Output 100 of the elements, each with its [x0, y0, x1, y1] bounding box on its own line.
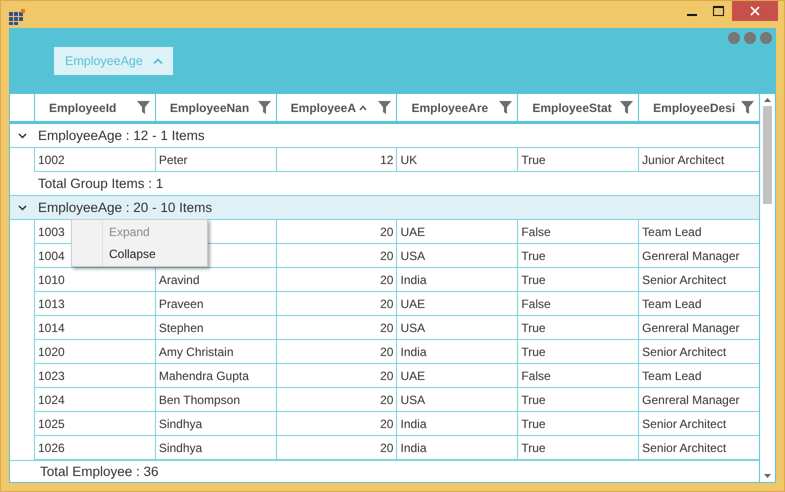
table-cell-text: False [521, 296, 551, 310]
dot-icon[interactable] [728, 32, 740, 44]
table-cell-text: 20 [380, 224, 394, 238]
table-cell-text: True [521, 440, 546, 454]
table-cell-text: Mahendra Gupta [158, 368, 249, 382]
table-cell-text: 20 [380, 344, 394, 358]
table-cell-text: USA [400, 248, 426, 262]
dot-icon[interactable] [760, 32, 772, 44]
table-cell-text: True [521, 152, 546, 166]
table-cell-text: 1002 [38, 152, 65, 166]
group-header-text: EmployeeAge : 12 - 1 Items [37, 128, 205, 143]
column-header[interactable]: EmployeeId [34, 94, 155, 121]
table-cell-text: 1026 [38, 440, 65, 454]
table-cell-text: UK [400, 152, 418, 166]
table-cell-text: Team Lead [642, 296, 702, 310]
table-cell-text: Senior Architect [642, 344, 726, 358]
table-cell-text: 1014 [38, 320, 65, 334]
table-cell-text: True [521, 320, 546, 334]
table-cell-text: 20 [380, 296, 394, 310]
table-cell-text: USA [400, 320, 426, 334]
table-cell-text: 20 [380, 248, 394, 262]
table-cell-text: Sindhya [158, 440, 202, 454]
column-header-label: EmployeeStat [532, 100, 612, 114]
table-cell-text: 20 [380, 416, 394, 430]
close-button[interactable] [732, 1, 778, 21]
column-header[interactable]: EmployeeA [276, 94, 396, 121]
table-cell-text: 1024 [38, 392, 65, 406]
table-cell-text: UAE [400, 368, 426, 382]
column-header-label: EmployeeDesi [653, 100, 736, 114]
column-header-label: EmployeeNan [170, 100, 250, 114]
table-cell-text: Ben Thompson [158, 392, 240, 406]
column-header[interactable]: EmployeeDesi [638, 94, 759, 121]
menu-item[interactable]: Collapse [72, 243, 207, 265]
table-cell-text: Sindhya [158, 416, 202, 430]
group-header-row[interactable]: EmployeeAge : 20 - 10 Items [10, 196, 759, 220]
chevron-down-icon[interactable] [18, 132, 26, 138]
table-cell-text: India [400, 440, 427, 454]
table-cell-text: UAE [400, 296, 426, 310]
table-cell-text: Stephen [158, 320, 204, 334]
table-cell-text: India [400, 344, 427, 358]
table-cell-text: 1020 [38, 344, 65, 358]
column-header[interactable]: EmployeeNan [154, 94, 276, 121]
group-header-text: EmployeeAge : 20 - 10 Items [37, 200, 212, 215]
table-cell-text: 1010 [38, 272, 65, 286]
table-summary-text: Total Employee : 36 [40, 464, 159, 479]
grid-icon [9, 9, 25, 25]
table-cell-text: India [400, 272, 427, 286]
table-cell-text: 12 [380, 152, 394, 166]
scroll-up-icon[interactable] [764, 98, 771, 102]
table-cell-text: Peter [158, 152, 188, 166]
filter-icon[interactable] [378, 101, 392, 114]
table-cell-text: True [521, 344, 546, 358]
table-cell-text: Genreral Manager [642, 320, 740, 334]
close-icon [750, 6, 760, 16]
group-summary-text: Total Group Items : 1 [37, 176, 164, 191]
filter-icon[interactable] [740, 101, 754, 114]
table-cell-text: Praveen [158, 296, 204, 310]
table-cell-text: False [521, 224, 551, 238]
minimize-icon [686, 14, 696, 16]
table-cell-text: 20 [380, 272, 394, 286]
table-cell-text: Junior Architect [642, 152, 724, 166]
column-header-label: EmployeeId [49, 100, 116, 114]
table-cell-text: India [400, 416, 427, 430]
group-header-row[interactable]: EmployeeAge : 12 - 1 Items [10, 124, 759, 148]
table-cell-text: USA [400, 392, 426, 406]
table-cell-text: False [521, 368, 551, 382]
table-cell-text: Genreral Manager [642, 248, 740, 262]
filter-icon[interactable] [499, 101, 512, 114]
filter-icon[interactable] [136, 101, 150, 114]
table-cell-text: 1023 [38, 368, 65, 382]
scroll-down-icon[interactable] [764, 474, 771, 478]
table-cell-text: Amy Christain [158, 344, 234, 358]
table-cell-text: 1003 [38, 224, 65, 238]
table-cell-text: Aravind [158, 272, 200, 286]
filter-icon[interactable] [620, 101, 634, 114]
table-cell-text: True [521, 272, 546, 286]
table-cell-text: Team Lead [642, 224, 702, 238]
table-cell-text: True [521, 416, 546, 430]
table-cell-text: Senior Architect [642, 272, 726, 286]
table-cell-text: True [521, 248, 546, 262]
table-cell-text: 20 [380, 392, 394, 406]
table-cell-text: 1025 [38, 416, 65, 430]
table-cell-text: Senior Architect [642, 440, 726, 454]
table-cell-text: Senior Architect [642, 416, 726, 430]
column-header-label: EmployeeA [290, 100, 356, 114]
table-cell-text: 1004 [38, 248, 65, 262]
scroll-thumb[interactable] [763, 106, 772, 204]
column-header-label: EmployeeAre [411, 100, 488, 114]
maximize-icon [713, 6, 724, 16]
table-cell-text: 20 [380, 320, 394, 334]
chevron-down-icon[interactable] [18, 204, 26, 210]
table-cell-text: 1013 [38, 296, 65, 310]
filter-icon[interactable] [258, 101, 271, 114]
column-header[interactable]: EmployeeAre [396, 94, 518, 121]
dot-icon[interactable] [744, 32, 756, 44]
table-cell-text: 20 [380, 368, 394, 382]
table-cell-text: UAE [400, 224, 426, 238]
table-cell-text: Genreral Manager [642, 392, 740, 406]
column-header[interactable]: EmployeeStat [517, 94, 638, 121]
table-cell-text: True [521, 392, 546, 406]
